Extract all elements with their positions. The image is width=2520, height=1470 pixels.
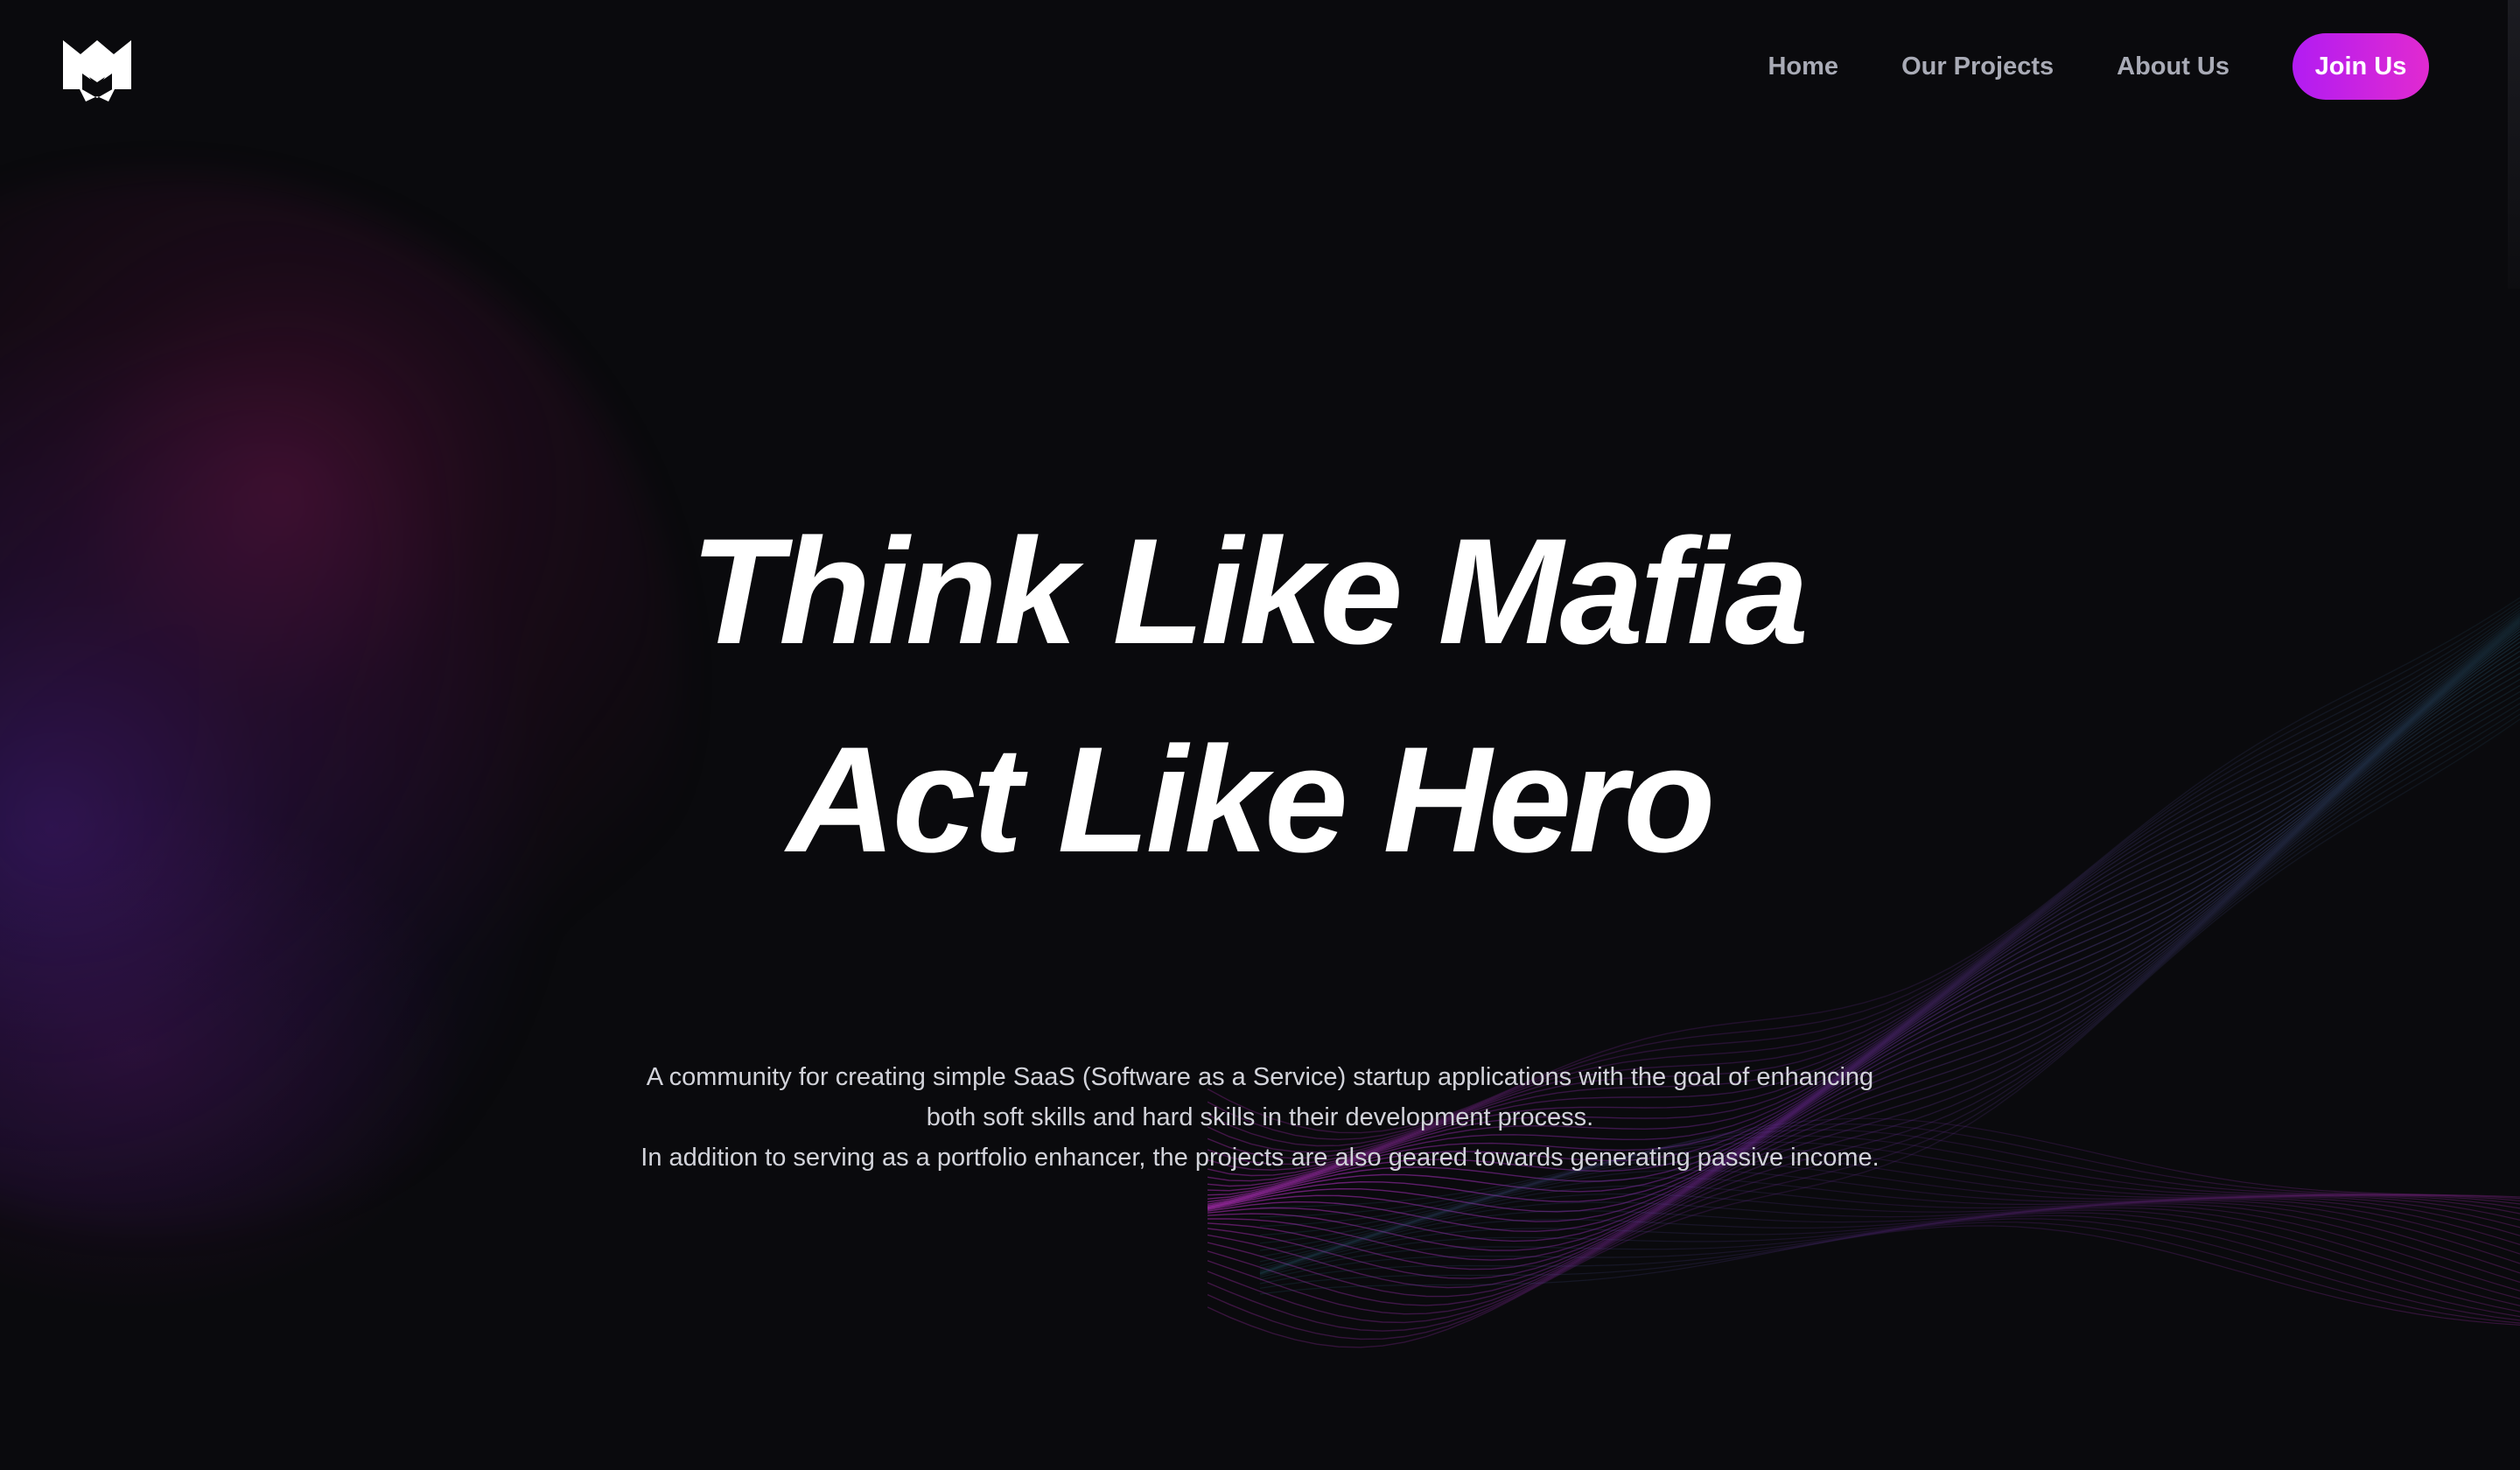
mesh-lower-band-line [1259, 1193, 2520, 1273]
hero-description-paragraph-2: In addition to serving as a portfolio en… [640, 1144, 1880, 1172]
mesh-lower-band-line [1259, 1169, 2520, 1267]
hero-description: A community for creating simple SaaS (So… [630, 1057, 1890, 1178]
hero-title-line-1: Think Like Mafia [690, 508, 1809, 676]
hero-title-line-2: Act Like Hero [787, 716, 1716, 884]
mesh-lower-band-line [1259, 1177, 2520, 1270]
mafia-m-logo-icon[interactable] [61, 37, 133, 103]
main-nav: Home Our Projects About Us Join Us [1704, 32, 2429, 102]
mesh-lower-band-line [1259, 1201, 2520, 1274]
nav-link-our-projects[interactable]: Our Projects [1901, 52, 2054, 81]
mesh-lower-band-line [1259, 1185, 2520, 1271]
mesh-lower-band-line [1259, 1209, 2520, 1306]
nav-link-home[interactable]: Home [1768, 52, 1838, 81]
mesh-lower-band-line [1259, 1207, 2520, 1299]
mesh-lower-band-line [1259, 1212, 2520, 1312]
site-header: Home Our Projects About Us Join Us [0, 0, 2520, 133]
mesh-lower-band-line [1259, 1205, 2520, 1292]
mesh-lower-band-line [1259, 1225, 2520, 1326]
hero-description-paragraph-1: A community for creating simple SaaS (So… [646, 1063, 1874, 1131]
mesh-lower-band-line [1259, 1218, 2520, 1321]
mesh-lower-band-line [1259, 1222, 2520, 1324]
landing-page: Home Our Projects About Us Join Us Think… [0, 0, 2520, 1470]
background-glow-left [0, 175, 682, 1225]
mesh-lower-band-line [1259, 1203, 2520, 1283]
join-us-button[interactable]: Join Us [2292, 33, 2429, 100]
page-scrollbar[interactable] [2508, 0, 2520, 289]
nav-link-about-us[interactable]: About Us [2117, 52, 2230, 81]
mesh-lower-band-line [1259, 1214, 2520, 1318]
